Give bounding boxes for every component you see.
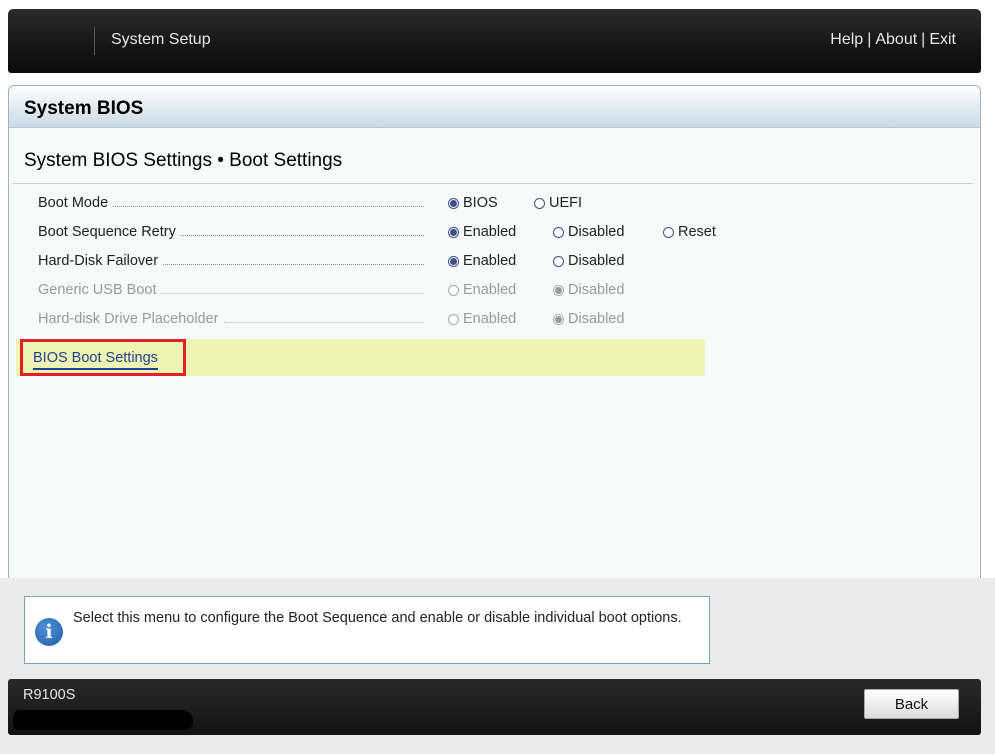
radio-label: Enabled — [463, 253, 517, 269]
header-links: Help | About | Exit — [830, 31, 956, 49]
leader-dots — [180, 235, 424, 236]
panel-title: System BIOS — [9, 86, 980, 128]
radio-label: Disabled — [568, 282, 625, 298]
radio-retry-disabled[interactable]: Disabled — [553, 224, 624, 240]
radio-unselected-icon[interactable] — [553, 255, 564, 267]
leader-dots — [223, 322, 424, 323]
radio-unselected-icon[interactable] — [534, 197, 545, 209]
setting-label: Hard-disk Drive Placeholder — [38, 311, 219, 327]
exit-link[interactable]: Exit — [929, 31, 956, 48]
link-separator: | — [921, 31, 926, 48]
setting-label: Boot Sequence Retry — [38, 224, 176, 240]
setting-label: Hard-Disk Failover — [38, 253, 159, 269]
back-button[interactable]: Back — [864, 689, 959, 719]
radio-label: Enabled — [463, 224, 517, 240]
radio-label: Disabled — [568, 311, 625, 327]
radio-label: Disabled — [568, 224, 625, 240]
top-bar: System Setup Help | About | Exit — [8, 9, 981, 73]
selected-row-highlight: BIOS Boot Settings — [16, 339, 705, 376]
leader-dots — [163, 264, 424, 265]
setting-label: Boot Mode — [38, 195, 109, 211]
setting-label: Generic USB Boot — [38, 282, 157, 298]
radio-label: Disabled — [568, 253, 625, 269]
radio-label: Reset — [678, 224, 716, 240]
system-model: R9100S — [23, 687, 76, 703]
radio-boot-mode-bios[interactable]: BIOS — [448, 195, 498, 211]
radio-placeholder-disabled: Disabled — [553, 311, 624, 327]
radio-label: BIOS — [463, 195, 498, 211]
help-link[interactable]: Help — [830, 31, 863, 48]
radio-failover-disabled[interactable]: Disabled — [553, 253, 624, 269]
radio-failover-enabled[interactable]: Enabled — [448, 253, 516, 269]
radio-retry-enabled[interactable]: Enabled — [448, 224, 516, 240]
help-text: Select this menu to configure the Boot S… — [73, 610, 682, 626]
help-box: i Select this menu to configure the Boot… — [24, 596, 710, 664]
radio-selected-icon[interactable] — [448, 255, 459, 267]
radio-selected-icon — [553, 313, 564, 325]
leader-dots — [161, 293, 424, 294]
leader-dots — [113, 206, 424, 207]
bios-boot-settings-link[interactable]: BIOS Boot Settings — [33, 350, 158, 370]
radio-selected-icon[interactable] — [448, 226, 459, 238]
selection-highlight-box: BIOS Boot Settings — [20, 339, 186, 376]
radio-boot-mode-uefi[interactable]: UEFI — [534, 195, 582, 211]
about-link[interactable]: About — [875, 31, 917, 48]
header-separator — [94, 27, 95, 55]
breadcrumb: System BIOS Settings • Boot Settings — [24, 150, 343, 171]
main-panel: System BIOS System BIOS Settings • Boot … — [8, 85, 981, 578]
radio-selected-icon — [553, 284, 564, 296]
radio-selected-icon[interactable] — [448, 197, 459, 209]
radio-unselected-icon[interactable] — [553, 226, 564, 238]
radio-label: UEFI — [549, 195, 583, 211]
radio-placeholder-enabled: Enabled — [448, 311, 516, 327]
radio-unselected-icon — [448, 313, 459, 325]
radio-usb-enabled: Enabled — [448, 282, 516, 298]
radio-unselected-icon[interactable] — [663, 226, 674, 238]
redacted-text — [13, 710, 193, 730]
radio-usb-disabled: Disabled — [553, 282, 624, 298]
radio-retry-reset[interactable]: Reset — [663, 224, 716, 240]
info-icon: i — [35, 618, 63, 646]
radio-label: Enabled — [463, 311, 517, 327]
link-separator: | — [867, 31, 872, 48]
radio-unselected-icon — [448, 284, 459, 296]
footer-bar: R9100S Back — [8, 679, 981, 735]
radio-label: Enabled — [463, 282, 517, 298]
breadcrumb-divider — [13, 183, 973, 184]
app-title: System Setup — [111, 31, 211, 48]
